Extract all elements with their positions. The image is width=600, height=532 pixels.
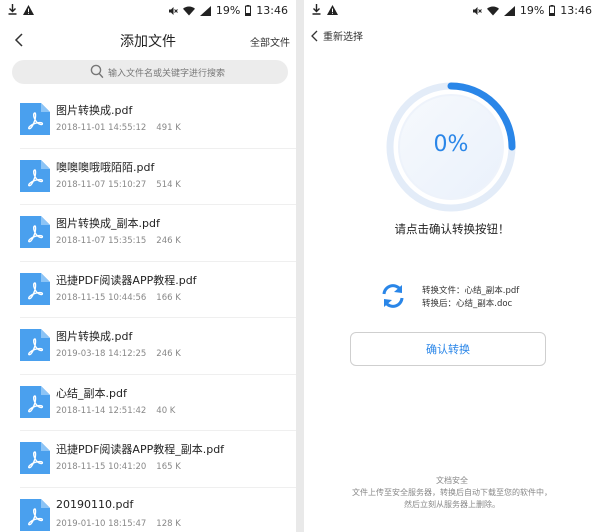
all-files-button[interactable]: 全部文件: [250, 34, 290, 49]
security-line: 然后立刻从服务器上删除。: [404, 500, 500, 509]
file-meta: 2019-03-18 14:12:25 246 K: [56, 349, 181, 359]
file-size: 246 K: [156, 236, 181, 246]
file-list-item[interactable]: 噢噢噢哦哦陌陌.pdf 2018-11-07 15:10:27 514 K: [20, 149, 296, 205]
file-size: 491 K: [156, 123, 181, 133]
source-file-label: 转换文件：心结_副本.pdf: [422, 286, 520, 296]
header: 添加文件 全部文件: [0, 22, 296, 58]
file-list-item[interactable]: 20190110.pdf 2019-01-10 18:15:47 128 K: [20, 488, 296, 532]
file-date: 2018-11-07 15:10:27: [56, 179, 147, 190]
header: 重新选择: [304, 22, 600, 50]
file-date: 2019-03-18 14:12:25: [56, 349, 147, 359]
status-bar: 19% 13:46: [304, 0, 600, 22]
file-name: 心结_副本.pdf: [56, 386, 127, 400]
file-date: 2018-11-07 15:35:15: [56, 236, 147, 246]
clock: 13:46: [560, 4, 592, 17]
mute-icon: [472, 6, 482, 15]
pdf-file-icon: [20, 329, 50, 361]
security-line: 文件上传至安全服务器，转换后自动下载至您的软件中，: [352, 488, 552, 497]
pdf-file-icon: [20, 498, 50, 531]
search-placeholder: 输入文件名或关键字进行搜索: [108, 69, 226, 79]
file-meta: 2018-11-01 14:55:12 491 K: [56, 123, 181, 133]
file-name: 图片转换成_副本.pdf: [56, 217, 160, 230]
battery-icon: [245, 5, 252, 16]
signal-icon: [503, 5, 515, 16]
add-file-screen: 19% 13:46 添加文件 全部文件 输入文件名或关键字进行搜索 图片转换成.…: [0, 0, 296, 532]
file-name: 图片转换成.pdf: [56, 330, 133, 343]
download-icon: [312, 4, 321, 15]
file-meta: 2018-11-07 15:10:27 514 K: [56, 180, 181, 190]
security-text: 文件上传至安全服务器，转换后自动下载至您的软件中， 然后立刻从服务器上删除。: [304, 487, 600, 511]
battery-percent: 19%: [215, 4, 241, 17]
reselect-button[interactable]: 重新选择: [310, 28, 363, 43]
file-size: 246 K: [156, 349, 181, 359]
file-size: 40 K: [156, 405, 176, 416]
file-name: 图片转换成.pdf: [56, 104, 133, 117]
file-name: 噢噢噢哦哦陌陌.pdf: [56, 160, 155, 174]
battery-icon: [549, 5, 556, 16]
file-size: 166 K: [156, 292, 181, 303]
pdf-file-icon: [20, 216, 50, 248]
status-bar: 19% 13:46: [0, 0, 296, 22]
search-icon: [90, 64, 104, 79]
target-file-label: 转换后：心结_副本.doc: [422, 299, 513, 309]
file-meta: 2019-01-10 18:15:47 128 K: [56, 519, 181, 529]
pdf-file-icon: [20, 385, 50, 418]
file-size: 128 K: [156, 518, 181, 529]
file-name: 迅捷PDF阅读器APP教程.pdf: [56, 273, 197, 287]
file-meta: 2018-11-07 15:35:15 246 K: [56, 236, 181, 246]
reselect-label: 重新选择: [323, 32, 363, 43]
convert-screen: 19% 13:46 重新选择 0% 请点击确认转换按钮！ 转换文件：心结_副本.…: [304, 0, 600, 532]
file-list-item[interactable]: 图片转换成.pdf 2019-03-18 14:12:25 246 K: [20, 318, 296, 375]
file-date: 2018-11-01 14:55:12: [56, 123, 147, 133]
convert-refresh-icon: [382, 284, 404, 308]
progress-percent: 0%: [433, 132, 469, 157]
pdf-file-icon: [20, 442, 50, 474]
convert-prompt: 请点击确认转换按钮！: [394, 222, 510, 236]
file-list: 图片转换成.pdf 2018-11-01 14:55:12 491 K 噢噢噢哦哦陌陌…: [0, 92, 296, 532]
file-list-item[interactable]: 心结_副本.pdf 2018-11-14 12:51:42 40 K: [20, 375, 296, 431]
security-title: 文档安全: [436, 476, 468, 485]
screen: 19% 13:46 添加文件 全部文件 输入文件名或关键字进行搜索 图片转换成.…: [0, 0, 600, 532]
search-input[interactable]: 输入文件名或关键字进行搜索: [12, 60, 288, 84]
file-meta: 2018-11-14 12:51:42 40 K: [56, 406, 175, 416]
mute-icon: [168, 6, 178, 15]
pdf-file-icon: [20, 159, 50, 192]
conversion-info: 转换文件：心结_副本.pdf 转换后：心结_副本.doc: [422, 285, 519, 311]
file-list-item[interactable]: 图片转换成_副本.pdf 2018-11-07 15:35:15 246 K: [20, 205, 296, 262]
file-list-item[interactable]: 图片转换成.pdf 2018-11-01 14:55:12 491 K: [20, 92, 296, 149]
file-date: 2018-11-15 10:41:20: [56, 462, 147, 472]
file-name: 20190110.pdf: [56, 497, 134, 511]
pdf-file-icon: [20, 272, 50, 305]
file-list-item[interactable]: 迅捷PDF阅读器APP教程.pdf 2018-11-15 10:44:56 166 …: [20, 262, 296, 318]
battery-percent: 19%: [519, 4, 545, 17]
clock: 13:46: [256, 4, 288, 17]
file-name: 迅捷PDF阅读器APP教程_副本.pdf: [56, 443, 225, 456]
file-meta: 2018-11-15 10:44:56 166 K: [56, 293, 181, 303]
wifi-icon: [182, 6, 195, 15]
pdf-file-icon: [20, 103, 50, 135]
file-size: 514 K: [156, 179, 181, 190]
signal-icon: [199, 5, 211, 16]
file-date: 2018-11-14 12:51:42: [56, 405, 147, 416]
file-size: 165 K: [156, 462, 181, 472]
file-meta: 2018-11-15 10:41:20 165 K: [56, 462, 181, 472]
warning-icon: [327, 4, 338, 15]
file-date: 2018-11-15 10:44:56: [56, 292, 147, 303]
file-date: 2019-01-10 18:15:47: [56, 518, 147, 529]
file-list-item[interactable]: 迅捷PDF阅读器APP教程_副本.pdf 2018-11-15 10:41:20 1…: [20, 431, 296, 488]
confirm-convert-button[interactable]: 确认转换: [350, 332, 546, 366]
warning-icon: [23, 4, 34, 15]
back-chevron-icon: [311, 30, 318, 41]
wifi-icon: [486, 6, 499, 15]
download-icon: [8, 4, 17, 15]
